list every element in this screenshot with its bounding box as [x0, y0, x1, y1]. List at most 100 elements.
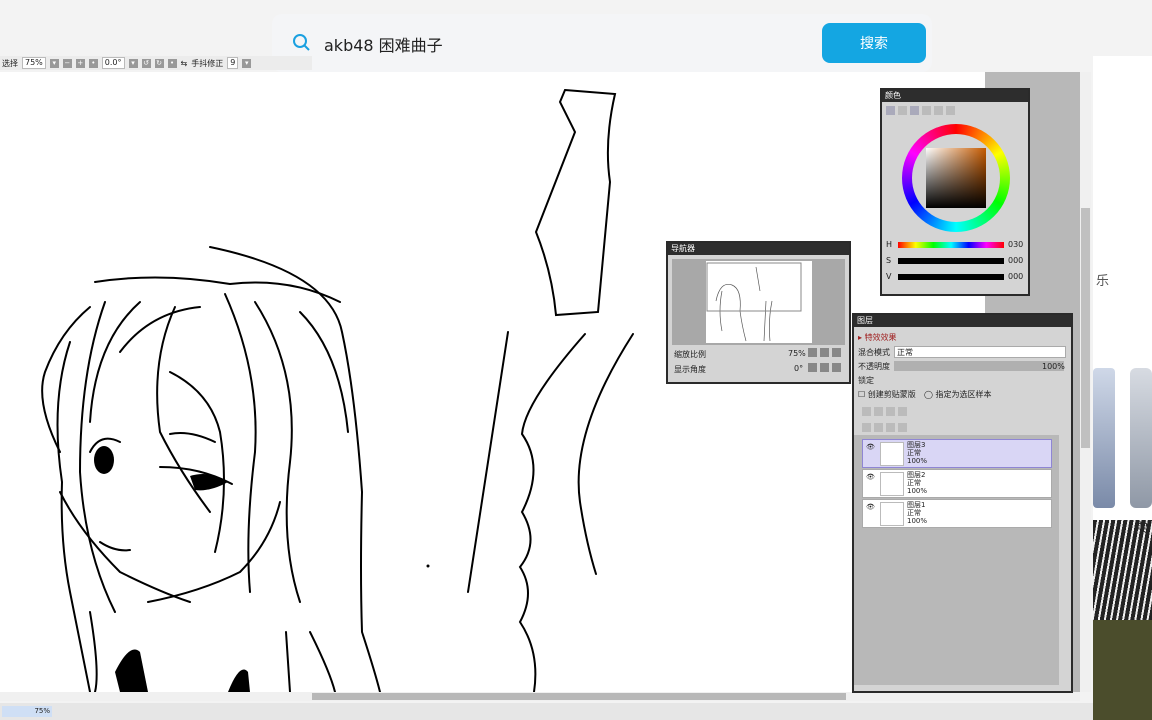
swatches-tab-icon[interactable]: [934, 106, 943, 115]
nav-zoom-label: 缩放比例: [674, 350, 706, 359]
zoom-out-icon[interactable]: −: [62, 58, 72, 68]
status-bar: [0, 703, 1093, 720]
nav-angle-buttons: [808, 363, 844, 374]
video-thumbnail[interactable]: [1130, 368, 1152, 508]
zoom-reset-icon[interactable]: •: [88, 58, 98, 68]
video-thumbnail[interactable]: [1093, 368, 1115, 508]
layer-thumbnail: [880, 442, 904, 466]
stabilizer-field[interactable]: 9: [227, 57, 239, 69]
zoom-field[interactable]: 75%: [22, 57, 46, 69]
visibility-eye-icon[interactable]: 👁: [866, 473, 875, 481]
v-label: V: [886, 272, 892, 281]
s-label: S: [886, 256, 892, 265]
color-wheel[interactable]: [902, 124, 1010, 232]
zoom-in-icon[interactable]: [820, 348, 829, 357]
transfer-icon[interactable]: [886, 423, 895, 432]
color-panel-title: 颜色: [882, 90, 1028, 102]
visibility-eye-icon[interactable]: 👁: [866, 443, 875, 451]
palette-tab-icon[interactable]: [922, 106, 931, 115]
rotate-right-icon[interactable]: ↻: [154, 58, 164, 68]
zoom-out-icon[interactable]: [808, 348, 817, 357]
search-icon: [293, 34, 310, 51]
layer-opacity: 100%: [907, 457, 928, 465]
dropdown-icon[interactable]: ▾: [128, 58, 138, 68]
color-wheel-tab-icon[interactable]: [886, 106, 895, 115]
layer-mode: 正常: [907, 479, 921, 487]
web-side-text: 乐: [1096, 274, 1110, 289]
new-folder-icon[interactable]: [886, 407, 895, 416]
nav-angle-value[interactable]: 0°: [794, 364, 803, 373]
flip-icon[interactable]: ⇆: [181, 59, 188, 68]
merge-down-icon[interactable]: [862, 423, 871, 432]
navigator-panel: 导航器 缩放比例 75% 显示角度 0°: [666, 241, 851, 384]
blend-mode-value: 正常: [897, 348, 913, 357]
new-layer-icon[interactable]: [862, 407, 871, 416]
web-side-text: 雫: [1134, 521, 1148, 537]
dropdown-icon[interactable]: ▾: [49, 58, 59, 68]
zoom-status: 75%: [2, 706, 52, 717]
web-photo: [1093, 620, 1152, 720]
rotate-reset-icon[interactable]: •: [167, 58, 177, 68]
selection-source-label: 指定为选区样本: [935, 390, 992, 399]
hsv-slider-tab-icon[interactable]: [910, 106, 919, 115]
new-linework-icon[interactable]: [874, 407, 883, 416]
h-value[interactable]: 030: [1008, 240, 1023, 249]
layer-opacity: 100%: [907, 517, 928, 525]
s-value[interactable]: 000: [1008, 256, 1023, 265]
zoom-reset-icon[interactable]: [832, 348, 841, 357]
navigator-thumbnail: [706, 262, 802, 342]
selection-source-checkbox[interactable]: ◯ 指定为选区样本: [924, 389, 992, 400]
layer-item[interactable]: 👁 图层2 正常 100%: [862, 469, 1052, 498]
effects-toggle[interactable]: ▸ 特效效果: [858, 332, 897, 343]
rgb-slider-tab-icon[interactable]: [898, 106, 907, 115]
value-slider[interactable]: [898, 274, 1004, 280]
horizontal-scroll-thumb[interactable]: [312, 693, 846, 700]
hue-slider[interactable]: [898, 242, 1004, 248]
zoom-in-icon[interactable]: +: [75, 58, 85, 68]
clear-layer-icon[interactable]: [874, 423, 883, 432]
layer-item[interactable]: 👁 图层1 正常 100%: [862, 499, 1052, 528]
visibility-eye-icon[interactable]: 👁: [866, 503, 875, 511]
saturation-slider[interactable]: [898, 258, 1004, 264]
rotate-reset-icon[interactable]: [832, 363, 841, 372]
v-value[interactable]: 000: [1008, 272, 1023, 281]
layer-item[interactable]: 👁 图层3 正常 100%: [862, 439, 1052, 468]
layer-mode: 正常: [907, 509, 921, 517]
color-mode-tabs[interactable]: [886, 106, 958, 117]
effects-label: 特效效果: [864, 333, 897, 342]
color-panel: 颜色 H 030 S 000 V 000: [880, 88, 1030, 296]
select-label: 选择: [2, 58, 18, 68]
nav-zoom-value[interactable]: 75%: [788, 349, 806, 358]
clip-mask-label: 创建剪贴蒙版: [867, 390, 916, 399]
copy-layer-icon[interactable]: [898, 407, 907, 416]
rotate-right-icon[interactable]: [820, 363, 829, 372]
layer-name: 图层1: [907, 501, 926, 509]
opacity-slider[interactable]: [894, 361, 1064, 371]
search-button[interactable]: 搜索: [822, 23, 926, 63]
delete-layer-icon[interactable]: [898, 423, 907, 432]
rotate-left-icon[interactable]: [808, 363, 817, 372]
layer-action-row: [862, 407, 910, 418]
vertical-scroll-thumb[interactable]: [1081, 208, 1090, 448]
layer-name: 图层3: [907, 441, 926, 449]
blend-mode-select[interactable]: 正常: [894, 346, 1066, 358]
angle-field[interactable]: 0.0°: [101, 57, 125, 69]
scratchpad-tab-icon[interactable]: [946, 106, 955, 115]
opacity-label: 不透明度: [858, 362, 890, 371]
search-input[interactable]: akb48 困难曲子: [324, 32, 443, 56]
opacity-value: 100%: [1042, 362, 1065, 371]
saturation-value-square[interactable]: [926, 148, 986, 208]
nav-angle-label: 显示角度: [674, 365, 706, 374]
lock-label: 锁定: [858, 376, 874, 385]
paint-toolbar: 选择 75% ▾ − + • 0.0° ▾ ↺ ↻ • ⇆ 手抖修正 9 ▾: [0, 56, 312, 70]
dropdown-icon[interactable]: ▾: [242, 58, 252, 68]
clip-mask-checkbox[interactable]: ☐ 创建剪贴蒙版: [858, 389, 916, 400]
layer-name: 图层2: [907, 471, 926, 479]
rotate-left-icon[interactable]: ↺: [141, 58, 151, 68]
layer-opacity: 100%: [907, 487, 928, 495]
nav-zoom-buttons: [808, 348, 844, 359]
layer-action-row-2: [862, 423, 910, 434]
layer-thumbnail: [880, 472, 904, 496]
navigator-preview[interactable]: [672, 259, 845, 345]
blend-mode-label: 混合模式: [858, 348, 890, 357]
